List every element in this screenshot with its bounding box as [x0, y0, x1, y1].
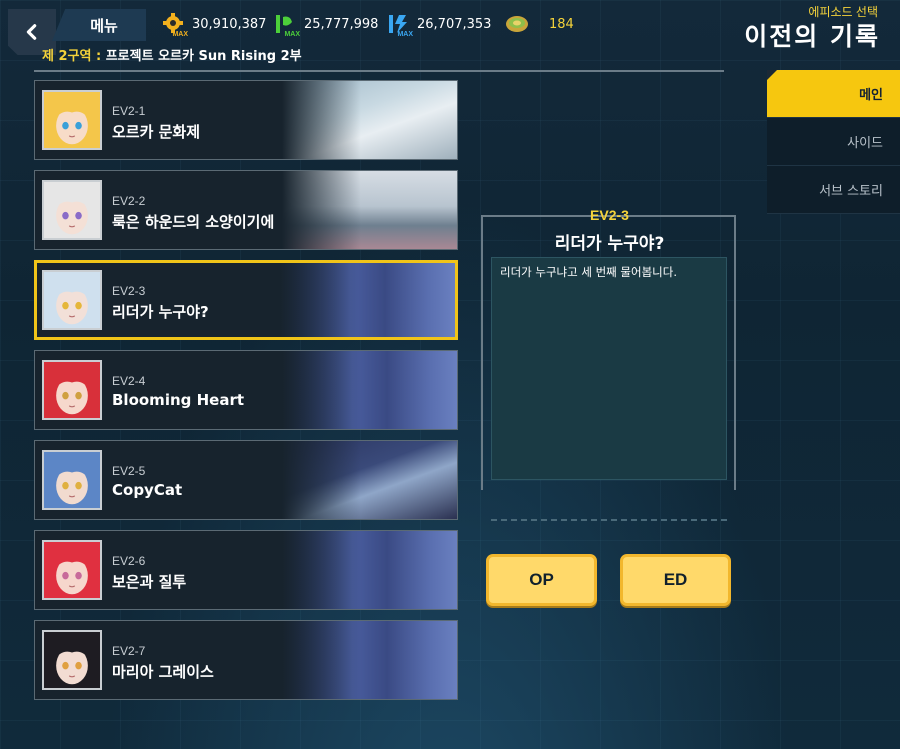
episode-title: Blooming Heart [112, 391, 245, 409]
episode-title: 룩은 하운드의 소양이기에 [112, 213, 275, 231]
episode-row[interactable]: EV2-2 룩은 하운드의 소양이기에 [34, 170, 458, 250]
episode-row[interactable]: EV2-7 마리아 그레이스 [34, 620, 458, 700]
episode-row[interactable]: EV2-6 보은과 질투 [34, 530, 458, 610]
menu-button[interactable]: 메뉴 [52, 9, 146, 41]
episode-code: EV2-4 [112, 374, 146, 388]
episode-scene-image [282, 531, 457, 609]
episode-scene-image [282, 81, 457, 159]
episode-title: CopyCat [112, 481, 183, 499]
detail-description: 리더가 누구냐고 세 번째 물어봅니다. [500, 265, 677, 279]
chevron-left-icon [26, 24, 37, 40]
episode-title: 리더가 누구야? [112, 303, 209, 321]
tab-corner-decoration [767, 70, 777, 80]
character-portrait [42, 270, 102, 330]
episode-code: EV2-5 [112, 464, 146, 478]
episode-code: EV2-1 [112, 104, 146, 118]
episode-row[interactable]: EV2-1 오르카 문화제 [34, 80, 458, 160]
episode-row[interactable]: EV2-3 리더가 누구야? [34, 260, 458, 340]
detail-description-box [491, 257, 727, 480]
episode-scene-image [282, 171, 457, 249]
tuna-can-icon [505, 13, 529, 35]
character-portrait [42, 540, 102, 600]
dashed-divider [491, 519, 727, 521]
episode-row[interactable]: EV2-5 CopyCat [34, 440, 458, 520]
episode-scene-image [282, 621, 457, 699]
currency-parts: MAX 30,910,387 [162, 12, 267, 38]
detail-episode-title: 리더가 누구야? [554, 234, 665, 254]
zone-label: 제 2구역 : 프로젝트 오르카 Sun Rising 2부 [42, 45, 302, 64]
currency-tuna: 184 [505, 12, 574, 36]
ed-button[interactable]: ED [620, 554, 731, 606]
character-portrait [42, 180, 102, 240]
episode-code: EV2-7 [112, 644, 146, 658]
detail-episode-code: EV2-3 [590, 207, 629, 223]
episode-title: 마리아 그레이스 [112, 663, 214, 681]
parts-value: 30,910,387 [192, 16, 267, 32]
episode-row[interactable]: EV2-4 Blooming Heart [34, 350, 458, 430]
op-button[interactable]: OP [486, 554, 597, 606]
character-portrait [42, 630, 102, 690]
episode-scene-image [282, 441, 457, 519]
nutrient-value: 25,777,998 [304, 16, 379, 32]
episode-code: EV2-6 [112, 554, 146, 568]
character-portrait [42, 90, 102, 150]
zone-name: 프로젝트 오르카 Sun Rising 2부 [105, 49, 302, 64]
currency-nutrient: MAX 25,777,998 [274, 12, 379, 38]
category-tabs: 메인 사이드 서브 스토리 [767, 70, 900, 214]
currency-power: MAX 26,707,353 [387, 12, 492, 38]
episode-title: 오르카 문화제 [112, 123, 201, 141]
character-portrait [42, 360, 102, 420]
tuna-value: 184 [549, 16, 574, 32]
power-icon: MAX [387, 13, 413, 38]
episode-title: 보은과 질투 [112, 573, 187, 591]
header-divider [34, 70, 724, 72]
zone-prefix: 제 2구역 : [42, 49, 102, 64]
episode-code: EV2-3 [112, 284, 146, 298]
parts-icon: MAX [162, 13, 188, 38]
character-portrait [42, 450, 102, 510]
episode-list: EV2-1 오르카 문화제 EV2-2 룩은 하운드의 소양이기에 EV2-3 … [34, 80, 458, 710]
episode-scene-image [280, 263, 455, 337]
page-title: 이전의 기록 [744, 22, 880, 51]
tab-main[interactable]: 메인 [767, 70, 900, 118]
nutrient-icon: MAX [274, 13, 300, 38]
episode-code: EV2-2 [112, 194, 146, 208]
episode-scene-image [282, 351, 457, 429]
power-value: 26,707,353 [417, 16, 492, 32]
tab-side[interactable]: 사이드 [767, 118, 900, 166]
tab-sub-story[interactable]: 서브 스토리 [767, 166, 900, 214]
